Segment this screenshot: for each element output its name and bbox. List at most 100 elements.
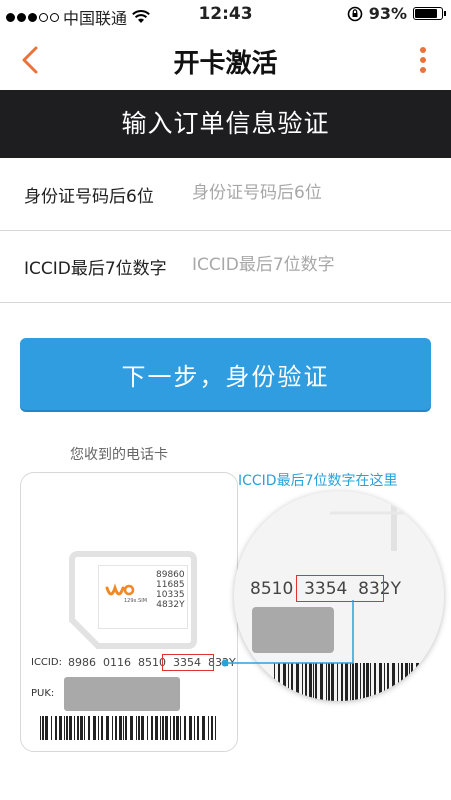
unicom-logo-icon: [105, 583, 135, 596]
barcode-bar: [84, 716, 85, 740]
barcode-bar: [40, 716, 41, 740]
barcode-bar: [184, 716, 186, 740]
battery-icon: [413, 7, 446, 20]
barcode-bar: [288, 663, 289, 701]
barcode-bar: [180, 716, 181, 740]
barcode-bar: [360, 663, 361, 701]
barcode-bar: [331, 663, 334, 701]
sim-chip-line: 10335: [156, 590, 185, 600]
magnifier-zoom: 8510 3354 832Y: [234, 491, 444, 701]
barcode-bar: [411, 663, 413, 701]
barcode-bar: [320, 663, 323, 701]
status-right: 93%: [347, 4, 446, 23]
barcode-bar: [363, 663, 365, 701]
barcode-bar: [125, 716, 127, 740]
id-number-row: 身份证号码后6位: [0, 158, 451, 231]
barcode-bar: [401, 663, 403, 701]
barcode-bar: [437, 663, 439, 701]
barcode-bar: [208, 716, 209, 740]
barcode-bar: [352, 663, 354, 701]
sim-card-caption: 您收到的电话卡: [70, 447, 168, 463]
barcode-bar: [202, 716, 205, 740]
barcode-bar: [424, 663, 426, 701]
barcode-bar: [194, 716, 195, 740]
barcode-bar: [93, 716, 96, 740]
barcode-bar: [165, 716, 168, 740]
barcode-bar: [74, 716, 75, 740]
puk-scratch-area: [64, 677, 180, 711]
barcode-bar: [370, 663, 371, 701]
zoom-iccid-prefix: 8510: [250, 579, 294, 599]
iccid-highlight-box: [162, 654, 214, 671]
barcode-bar: [305, 663, 307, 701]
barcode-bar: [170, 716, 171, 740]
id-number-input[interactable]: [192, 178, 432, 208]
barcode-bar: [422, 663, 423, 701]
barcode-bar: [328, 663, 330, 701]
barcode-bar: [112, 716, 113, 740]
barcode-bar: [309, 663, 312, 701]
barcode-bar: [115, 716, 117, 740]
barcode-bar: [387, 663, 389, 701]
barcode-bar: [197, 716, 199, 740]
barcode-bar: [215, 716, 216, 740]
barcode-bar: [441, 663, 444, 701]
barcode-bar: [379, 663, 382, 701]
barcode-bar: [66, 716, 68, 740]
barcode-bar: [211, 716, 213, 740]
barcode-bar: [274, 663, 275, 701]
barcode-bar: [416, 663, 419, 701]
barcode-bar: [355, 663, 358, 701]
sim-iccid-prefix: 8986 0116 8510: [68, 656, 166, 669]
barcode-bar: [189, 716, 192, 740]
barcode-bar: [138, 716, 140, 740]
barcode-bar: [283, 663, 286, 701]
barcode-icon: [40, 716, 216, 740]
sim-chip-line: 89860: [156, 570, 185, 580]
barcode-bar: [366, 663, 369, 701]
barcode-bar: [374, 663, 376, 701]
sim-chip-numbers: 89860 11685 10335 4832Y: [156, 570, 185, 610]
barcode-bar: [337, 663, 338, 701]
barcode-bar: [302, 663, 303, 701]
status-bar: 中国联通 12:43 93%: [0, 0, 451, 30]
barcode-bar: [123, 716, 124, 740]
zoom-highlight-box: [296, 575, 384, 602]
battery-percent: 93%: [368, 4, 407, 23]
iccid-row: ICCID最后7位数字: [0, 230, 451, 303]
barcode-bar: [45, 716, 48, 740]
barcode-bar: [291, 663, 293, 701]
barcode-bar: [160, 716, 161, 740]
sim-iccid-label: ICCID:: [31, 657, 62, 668]
barcode-bar: [69, 716, 72, 740]
rotation-lock-icon: [347, 6, 363, 21]
sim-logo-text: 129x.SIM: [124, 598, 148, 604]
barcode-bar: [173, 716, 175, 740]
barcode-bar: [162, 716, 164, 740]
next-step-button[interactable]: 下一步，身份验证: [20, 338, 431, 410]
iccid-label: ICCID最后7位数字: [24, 259, 167, 279]
barcode-bar: [101, 716, 103, 740]
barcode-bar: [345, 663, 348, 701]
barcode-bar: [433, 663, 434, 701]
iccid-hint-caption: ICCID最后7位数字在这里: [238, 473, 398, 489]
barcode-bar: [398, 663, 399, 701]
sim-chip-line: 11685: [156, 580, 185, 590]
barcode-bar: [98, 716, 99, 740]
barcode-bar: [51, 716, 52, 740]
barcode-bar: [313, 663, 314, 701]
barcode-bar: [147, 716, 148, 740]
barcode-bar: [341, 663, 343, 701]
zoom-iccid-suffix: Y: [390, 579, 401, 599]
barcode-bar: [176, 716, 179, 740]
more-vertical-icon[interactable]: [413, 42, 433, 78]
barcode-bar: [278, 663, 280, 701]
zoom-barcode-icon: [274, 663, 444, 701]
id-number-label: 身份证号码后6位: [24, 187, 154, 207]
barcode-bar: [350, 663, 351, 701]
page-title: 开卡激活: [173, 49, 278, 79]
barcode-bar: [392, 663, 395, 701]
barcode-bar: [59, 716, 62, 740]
iccid-input[interactable]: [192, 250, 432, 280]
barcode-bar: [42, 716, 44, 740]
